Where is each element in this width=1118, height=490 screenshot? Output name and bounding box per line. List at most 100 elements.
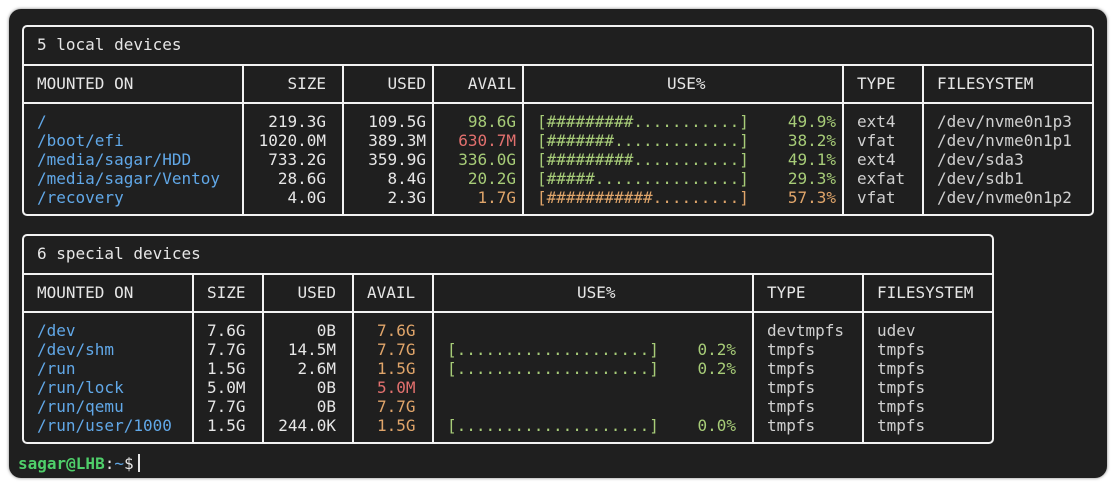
mounted-on-cell: /run/qemu <box>37 397 124 416</box>
used-cell: 109.5G <box>368 112 426 131</box>
special-devices-panel: 6 special devices MOUNTED ON SIZE USED A… <box>22 234 994 444</box>
header-size: SIZE <box>287 74 326 93</box>
used-cell: 389.3M <box>368 131 426 150</box>
prompt-symbol: $ <box>123 454 134 473</box>
divider <box>342 64 344 214</box>
mounted-on-cell: /recovery <box>37 188 124 207</box>
use-percent-cell: 38.2% <box>787 131 836 150</box>
usage-bar: [#########...........] <box>537 112 749 131</box>
type-cell: tmpfs <box>767 416 816 435</box>
divider <box>432 64 434 214</box>
filesystem-cell: /dev/sdb1 <box>937 169 1024 188</box>
usage-bar: [....................] <box>447 340 659 359</box>
filesystem-cell: /dev/nvme0n1p2 <box>937 188 1072 207</box>
size-cell: 1.5G <box>207 359 246 378</box>
mounted-on-cell: /run/user/1000 <box>37 416 172 435</box>
size-cell: 28.6G <box>277 169 326 188</box>
used-cell: 244.0K <box>278 416 336 435</box>
type-cell: devtmpfs <box>767 321 845 340</box>
header-type: TYPE <box>857 74 896 93</box>
panel-title: 6 special devices <box>37 244 201 263</box>
local-devices-panel: 5 local devices MOUNTED ON SIZE USED AVA… <box>22 25 1094 216</box>
divider <box>242 64 244 214</box>
size-cell: 7.7G <box>207 397 246 416</box>
header-use-percent: USE% <box>667 74 706 93</box>
use-percent-cell: 29.3% <box>787 169 836 188</box>
header-used: USED <box>297 283 336 302</box>
use-percent-cell: 49.1% <box>787 150 836 169</box>
divider <box>432 273 434 442</box>
header-size: SIZE <box>207 283 246 302</box>
filesystem-cell: /dev/nvme0n1p1 <box>937 131 1072 150</box>
header-used: USED <box>387 74 426 93</box>
size-cell: 1.5G <box>207 416 246 435</box>
used-cell: 14.5M <box>287 340 336 359</box>
header-avail: AVAIL <box>367 283 416 302</box>
usage-bar: [....................] <box>447 416 659 435</box>
divider <box>752 273 754 442</box>
usage-bar: [#########...........] <box>537 150 749 169</box>
mounted-on-cell: /run <box>37 359 76 378</box>
avail-cell: 336.0G <box>458 150 516 169</box>
avail-cell: 7.6G <box>377 321 416 340</box>
panel-title: 5 local devices <box>37 35 182 54</box>
avail-cell: 5.0M <box>377 378 416 397</box>
type-cell: tmpfs <box>767 378 816 397</box>
avail-cell: 7.7G <box>377 340 416 359</box>
divider <box>24 64 1092 66</box>
prompt-user: sagar@LHB <box>18 454 105 473</box>
used-cell: 0B <box>316 378 336 397</box>
size-cell: 4.0G <box>287 188 326 207</box>
divider <box>922 64 924 214</box>
type-cell: vfat <box>857 188 896 207</box>
mounted-on-cell: /media/sagar/Ventoy <box>37 169 221 188</box>
divider <box>262 273 264 442</box>
size-cell: 219.3G <box>268 112 326 131</box>
header-avail: AVAIL <box>467 74 516 93</box>
header-filesystem: FILESYSTEM <box>937 74 1034 93</box>
size-cell: 5.0M <box>207 378 246 397</box>
prompt-path: ~ <box>114 454 124 473</box>
avail-cell: 1.7G <box>477 188 516 207</box>
usage-bar: [#####...............] <box>537 169 749 188</box>
header-type: TYPE <box>767 283 806 302</box>
avail-cell: 20.2G <box>467 169 516 188</box>
mounted-on-cell: /dev/shm <box>37 340 115 359</box>
avail-cell: 1.5G <box>377 416 416 435</box>
usage-bar: [....................] <box>447 359 659 378</box>
terminal-window[interactable]: 5 local devices MOUNTED ON SIZE USED AVA… <box>9 9 1107 478</box>
mounted-on-cell: /media/sagar/HDD <box>37 150 192 169</box>
divider <box>24 102 1092 104</box>
filesystem-cell: tmpfs <box>877 359 926 378</box>
shell-prompt[interactable]: sagar@LHB:~$ <box>18 454 140 473</box>
divider <box>24 273 992 275</box>
use-percent-cell: 0.2% <box>697 359 736 378</box>
used-cell: 359.9G <box>368 150 426 169</box>
usage-bar: [###########.........] <box>537 188 749 207</box>
prompt-separator: : <box>104 454 115 473</box>
use-percent-cell: 49.9% <box>787 112 836 131</box>
text-cursor[interactable] <box>137 454 140 472</box>
size-cell: 7.7G <box>207 340 246 359</box>
avail-cell: 7.7G <box>377 397 416 416</box>
divider <box>862 273 864 442</box>
use-percent-cell: 57.3% <box>787 188 836 207</box>
filesystem-cell: tmpfs <box>877 397 926 416</box>
filesystem-cell: /dev/sda3 <box>937 150 1024 169</box>
type-cell: exfat <box>857 169 906 188</box>
used-cell: 2.3G <box>387 188 426 207</box>
divider <box>522 64 524 214</box>
divider <box>842 64 844 214</box>
header-mounted-on: MOUNTED ON <box>37 74 134 93</box>
mounted-on-cell: /run/lock <box>37 378 124 397</box>
header-use-percent: USE% <box>577 283 616 302</box>
header-filesystem: FILESYSTEM <box>877 283 974 302</box>
filesystem-cell: tmpfs <box>877 378 926 397</box>
header-mounted-on: MOUNTED ON <box>37 283 134 302</box>
avail-cell: 630.7M <box>458 131 516 150</box>
filesystem-cell: tmpfs <box>877 416 926 435</box>
size-cell: 7.6G <box>207 321 246 340</box>
mounted-on-cell: /dev <box>37 321 76 340</box>
size-cell: 733.2G <box>268 150 326 169</box>
avail-cell: 98.6G <box>467 112 516 131</box>
